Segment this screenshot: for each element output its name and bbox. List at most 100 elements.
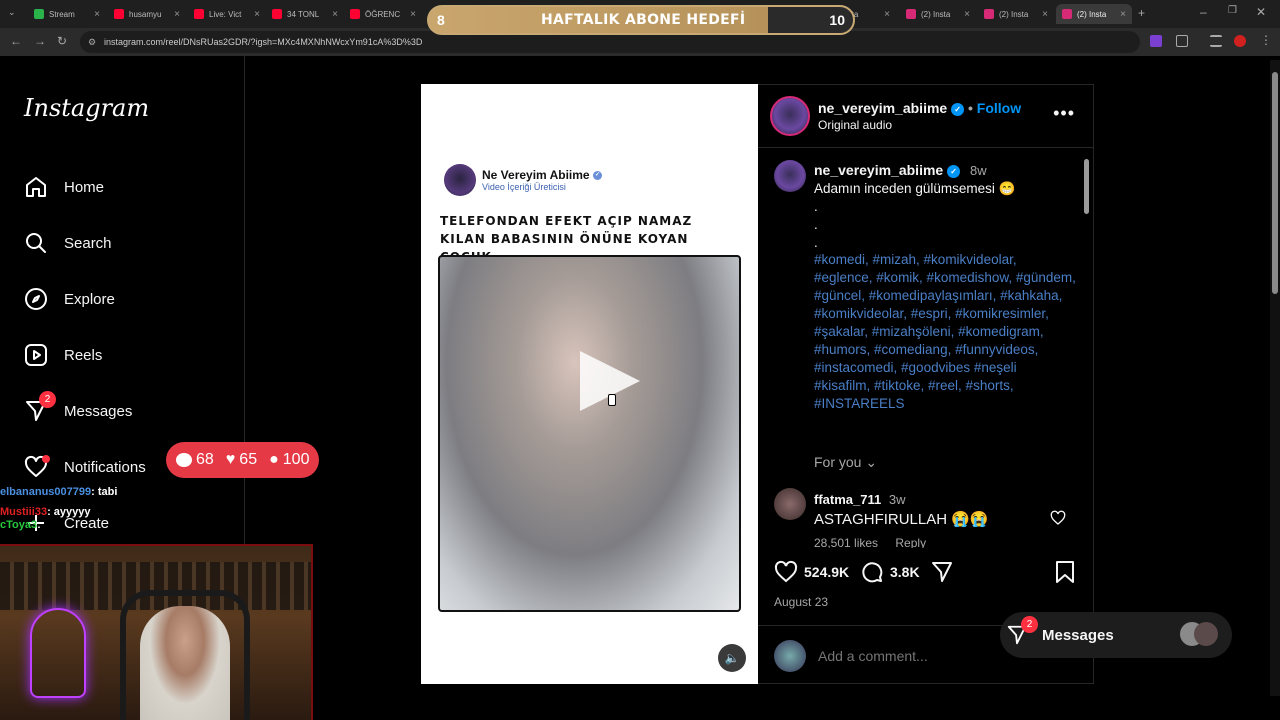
notifications-dot [42,455,50,463]
verified-icon: ✓ [947,164,961,178]
comments-list[interactable]: ne_vereyim_abiime ✓ 8w Adamın inceden gü… [758,148,1094,548]
comment-button[interactable]: 3.8K [860,560,920,584]
tab-title: Stream [49,9,75,19]
tab-title: (2) Insta [999,9,1029,19]
sidebar-item-notifications[interactable]: Notifications [24,455,146,479]
for-you-dropdown[interactable]: For you ⌄ [814,454,877,471]
tab-close-icon[interactable]: × [332,9,338,20]
sidebar-item-label: Search [64,234,112,252]
page-scrollbar[interactable] [1270,60,1280,696]
original-audio-link[interactable]: Original audio [818,118,892,132]
caption-text: Adamın inceden gülümsemesi 😁 . . . [814,180,1074,252]
tab-list-icon[interactable]: ⌄ [8,7,16,18]
tab-favicon [34,9,44,19]
verified-icon: ✓ [951,102,965,116]
sidebar-item-reels[interactable]: Reels [24,343,102,367]
person-icon: ● [269,451,279,468]
sidebar-item-explore[interactable]: Explore [24,287,115,311]
reply-button[interactable]: Reply [895,536,926,548]
new-tab-button[interactable]: + [1138,6,1145,20]
stream-chat-overlay: elbananus007799: tabi Mustiii33: ayyyyy … [0,484,117,537]
tab-close-icon[interactable]: × [174,9,180,20]
tab-favicon [1062,9,1072,19]
browser-tab[interactable]: (2) Insta × [1056,4,1132,24]
stats-likes-count: 65 [239,451,258,468]
tab-close-icon[interactable]: × [410,9,416,20]
tab-close-icon[interactable]: × [964,9,970,20]
sidebar-item-search[interactable]: Search [24,231,112,255]
tab-close-icon[interactable]: × [884,9,890,20]
more-options-icon[interactable]: ••• [1053,103,1075,124]
close-window-icon[interactable]: ✕ [1256,5,1266,19]
comment-like-icon[interactable] [1050,510,1066,526]
comment-count: 3.8K [890,564,920,580]
instagram-logo[interactable]: Instagram [24,94,149,122]
mouse-cursor [608,394,616,406]
reload-icon[interactable]: ↻ [57,34,67,48]
extension-icon[interactable] [1150,35,1162,47]
comment-likes[interactable]: 28,501 likes [814,536,878,548]
comments-scrollbar[interactable] [1083,151,1091,551]
tab-title: (2) Insta [1077,9,1107,19]
tab-favicon [350,9,360,19]
comment-time: 3w [888,492,906,507]
share-button[interactable] [930,560,954,584]
caption-avatar[interactable] [774,160,806,192]
tab-close-icon[interactable]: × [254,9,260,20]
tab-title: ÖĞRENC [365,9,401,19]
messages-float-label: Messages [1042,626,1114,644]
back-icon[interactable]: ← [10,34,22,48]
reel-account-name: Ne Vereyim Abiime ✓ [482,168,602,182]
comment-username[interactable]: ffatma_711 [814,492,881,507]
stats-comments-count: 68 [196,451,214,468]
site-info-icon[interactable]: ⚙ [88,31,96,53]
tab-favicon [114,9,124,19]
forward-icon[interactable]: → [34,34,46,48]
video-frame[interactable] [438,255,741,612]
tab-close-icon[interactable]: × [94,9,100,20]
extensions-puzzle-icon[interactable] [1176,35,1188,47]
restore-icon[interactable]: ❐ [1228,5,1237,16]
reels-icon [24,343,48,367]
messenger-icon: 2 [24,391,56,423]
share-icon [932,562,952,582]
author-avatar[interactable] [770,96,810,136]
caption-username[interactable]: ne_vereyim_abiime [814,162,943,178]
reel-player[interactable]: Ne Vereyim Abiime ✓ Video İçeriği Üretic… [421,84,758,684]
tab-favicon [272,9,282,19]
browser-tab[interactable]: 34 TONL × [266,4,344,24]
sidebar-item-label: Home [64,178,105,196]
messenger-icon: 2 [1006,616,1038,646]
tab-close-icon[interactable]: × [1042,9,1048,20]
sidebar-item-messages[interactable]: 2 Messages [24,391,132,423]
tab-favicon [906,9,916,19]
browser-tab[interactable]: husamyu × [108,4,186,24]
hashtags[interactable]: #komedi, #mizah, #komikvideolar, #eglenc… [814,251,1076,413]
profile-icon[interactable] [1234,35,1246,47]
stream-stats-overlay: 68 ♥ 65 ● 100 [166,442,320,478]
browser-tab[interactable]: (2) Insta × [900,4,976,24]
follow-button[interactable]: Follow [977,100,1021,116]
browser-tab[interactable]: Live: Vict × [188,4,266,24]
browser-menu-icon[interactable]: ⋮ [1260,33,1272,47]
minimize-icon[interactable]: – [1200,5,1207,19]
browser-tab[interactable]: (2) Insta × [978,4,1054,24]
tab-title: Live: Vict [209,9,242,19]
messages-floating-button[interactable]: 2 Messages [1000,612,1232,658]
browser-tab[interactable]: Stream × [28,4,106,24]
save-button[interactable] [1054,560,1076,584]
sub-goal-current: 8 [437,12,445,28]
commenter-avatar[interactable] [774,488,806,520]
sub-goal-target: 10 [829,12,845,28]
author-username[interactable]: ne_vereyim_abiime [818,100,947,116]
tab-close-icon[interactable]: × [1120,9,1126,20]
comment-meta: 28,501 likes Reply [814,536,926,548]
tab-title: husamyu [129,9,162,19]
sidebar-item-home[interactable]: Home [24,175,104,199]
mute-button[interactable]: 🔈 [718,644,746,672]
reading-list-icon[interactable] [1210,35,1222,47]
browser-tab[interactable]: ÖĞRENC × [344,4,422,24]
caption-dots: . . . [814,199,818,250]
like-button[interactable]: 524.9K [774,560,849,584]
weekly-sub-goal-overlay: 8 HAFTALIK ABONE HEDEFİ 10 [427,5,855,35]
